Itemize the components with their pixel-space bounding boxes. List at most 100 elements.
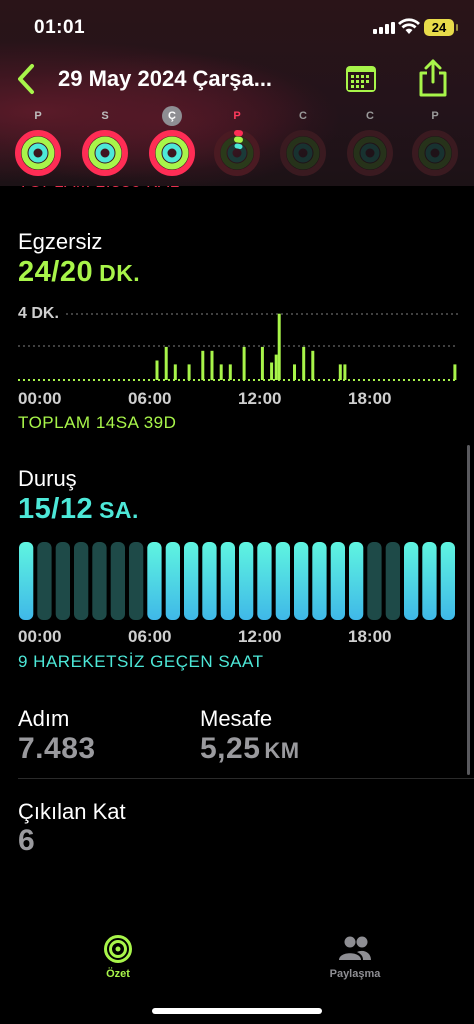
exercise-bar <box>219 364 223 380</box>
exercise-bar <box>343 364 347 380</box>
share-icon[interactable] <box>416 58 450 98</box>
stand-hour-bar-inactive <box>110 542 125 620</box>
exercise-x-tick: 18:00 <box>348 389 392 408</box>
stand-hour-bar-inactive <box>129 542 144 620</box>
exercise-bar <box>293 364 296 380</box>
stand-chart <box>19 542 455 620</box>
week-ring-selector: P S Ç P C C P <box>0 106 474 182</box>
exercise-bar <box>260 346 264 380</box>
stand-hour-bar-inactive <box>74 542 89 620</box>
exercise-bar <box>210 350 214 381</box>
cellular-signal-icon <box>373 22 395 34</box>
day-ring-5[interactable]: C <box>345 106 395 178</box>
calendar-icon[interactable] <box>344 64 378 94</box>
stand-hour-bar-inactive <box>37 542 52 620</box>
steps-label: Adım <box>18 706 70 731</box>
stand-hour-bar-inactive <box>92 542 107 620</box>
tab-sharing-label: Paylaşma <box>329 968 381 980</box>
day-label: P <box>34 110 42 122</box>
exercise-bar <box>173 364 177 380</box>
day-label: P <box>233 110 241 122</box>
day-ring-0[interactable]: P <box>13 106 63 178</box>
day-ring-6[interactable]: P <box>410 106 460 178</box>
stand-hour-bar-inactive <box>367 542 382 620</box>
day-label: C <box>299 110 307 122</box>
nav-bar: 29 May 2024 Çarşa... <box>0 56 474 104</box>
activity-rings-icon <box>15 130 61 176</box>
exercise-x-tick: 06:00 <box>128 389 172 408</box>
exercise-bar <box>155 360 159 380</box>
activity-rings-icon <box>82 130 128 176</box>
tab-sharing[interactable]: Paylaşma <box>320 934 390 980</box>
exercise-bar <box>302 346 306 380</box>
exercise-bar <box>270 362 274 381</box>
day-label: Ç <box>162 106 182 126</box>
battery-indicator: 24 <box>424 19 458 36</box>
exercise-bar <box>338 364 342 380</box>
exercise-value: 24/20 DK. <box>18 256 140 289</box>
day-label: S <box>101 110 109 122</box>
activity-rings-icon <box>214 130 260 176</box>
stand-x-tick: 12:00 <box>238 627 282 646</box>
stand-hour-bar-active <box>257 542 272 620</box>
stand-hour-bar-inactive <box>385 542 400 620</box>
distance-label: Mesafe <box>200 706 273 731</box>
activity-rings-icon <box>347 130 393 176</box>
wifi-icon <box>398 18 420 34</box>
people-icon <box>339 936 371 960</box>
stand-hour-bar-active <box>165 542 180 620</box>
chevron-left-icon[interactable] <box>12 62 40 96</box>
exercise-bar <box>228 364 232 380</box>
stand-hour-bar-active <box>19 542 34 620</box>
tab-summary-label: Özet <box>106 968 130 980</box>
stand-hour-bar-active <box>220 542 235 620</box>
day-label: P <box>431 110 439 122</box>
day-ring-1[interactable]: S <box>80 106 130 178</box>
home-indicator <box>152 1008 322 1014</box>
day-ring-2-selected[interactable]: Ç <box>147 106 197 178</box>
stand-x-tick: 06:00 <box>128 627 172 646</box>
stand-value: 15/12 SA. <box>18 493 139 526</box>
stand-value-unit: SA. <box>99 497 139 523</box>
stand-hour-bar-active <box>349 542 364 620</box>
stand-hour-bar-active <box>184 542 199 620</box>
activity-rings-icon <box>104 935 132 963</box>
exercise-x-tick: 12:00 <box>238 389 282 408</box>
exercise-title: Egzersiz <box>18 229 103 254</box>
stand-hour-bar-inactive <box>55 542 70 620</box>
exercise-value-unit: DK. <box>99 260 141 286</box>
stand-x-tick: 18:00 <box>348 627 392 646</box>
stand-value-number: 15/12 <box>18 493 94 525</box>
steps-value: 7.483 <box>18 732 96 765</box>
divider <box>18 778 474 779</box>
tab-summary[interactable]: Özet <box>88 934 148 980</box>
status-bar: 01:01 24 <box>0 0 474 56</box>
stand-hour-bar-active <box>239 542 254 620</box>
activity-rings-icon <box>280 130 326 176</box>
floors-label: Çıkılan Kat <box>18 799 126 824</box>
stand-x-tick: 00:00 <box>18 627 62 646</box>
stand-hour-bar-active <box>147 542 162 620</box>
floors-value: 6 <box>18 824 36 857</box>
stand-hour-bar-active <box>312 542 327 620</box>
exercise-bar <box>311 350 315 381</box>
exercise-chart <box>18 313 458 381</box>
stand-total: 9 HAREKETSİZ GEÇEN SAAT <box>18 652 264 671</box>
exercise-bar <box>242 346 246 380</box>
stand-hour-bar-active <box>404 542 419 620</box>
day-ring-4[interactable]: C <box>278 106 328 178</box>
page-title: 29 May 2024 Çarşa... <box>58 66 273 91</box>
scrollbar[interactable] <box>467 445 470 775</box>
distance-number: 5,25 <box>200 732 261 765</box>
day-ring-3-today[interactable]: P <box>212 106 262 178</box>
status-time: 01:01 <box>34 17 86 38</box>
stand-hour-bar-active <box>422 542 437 620</box>
stand-hour-bar-active <box>330 542 345 620</box>
exercise-bar <box>201 350 205 381</box>
exercise-bar <box>164 346 168 380</box>
distance-unit: KM <box>264 738 300 763</box>
distance-value: 5,25 KM <box>200 732 300 766</box>
activity-rings-icon <box>412 130 458 176</box>
day-label: C <box>366 110 374 122</box>
activity-rings-icon <box>149 130 195 176</box>
